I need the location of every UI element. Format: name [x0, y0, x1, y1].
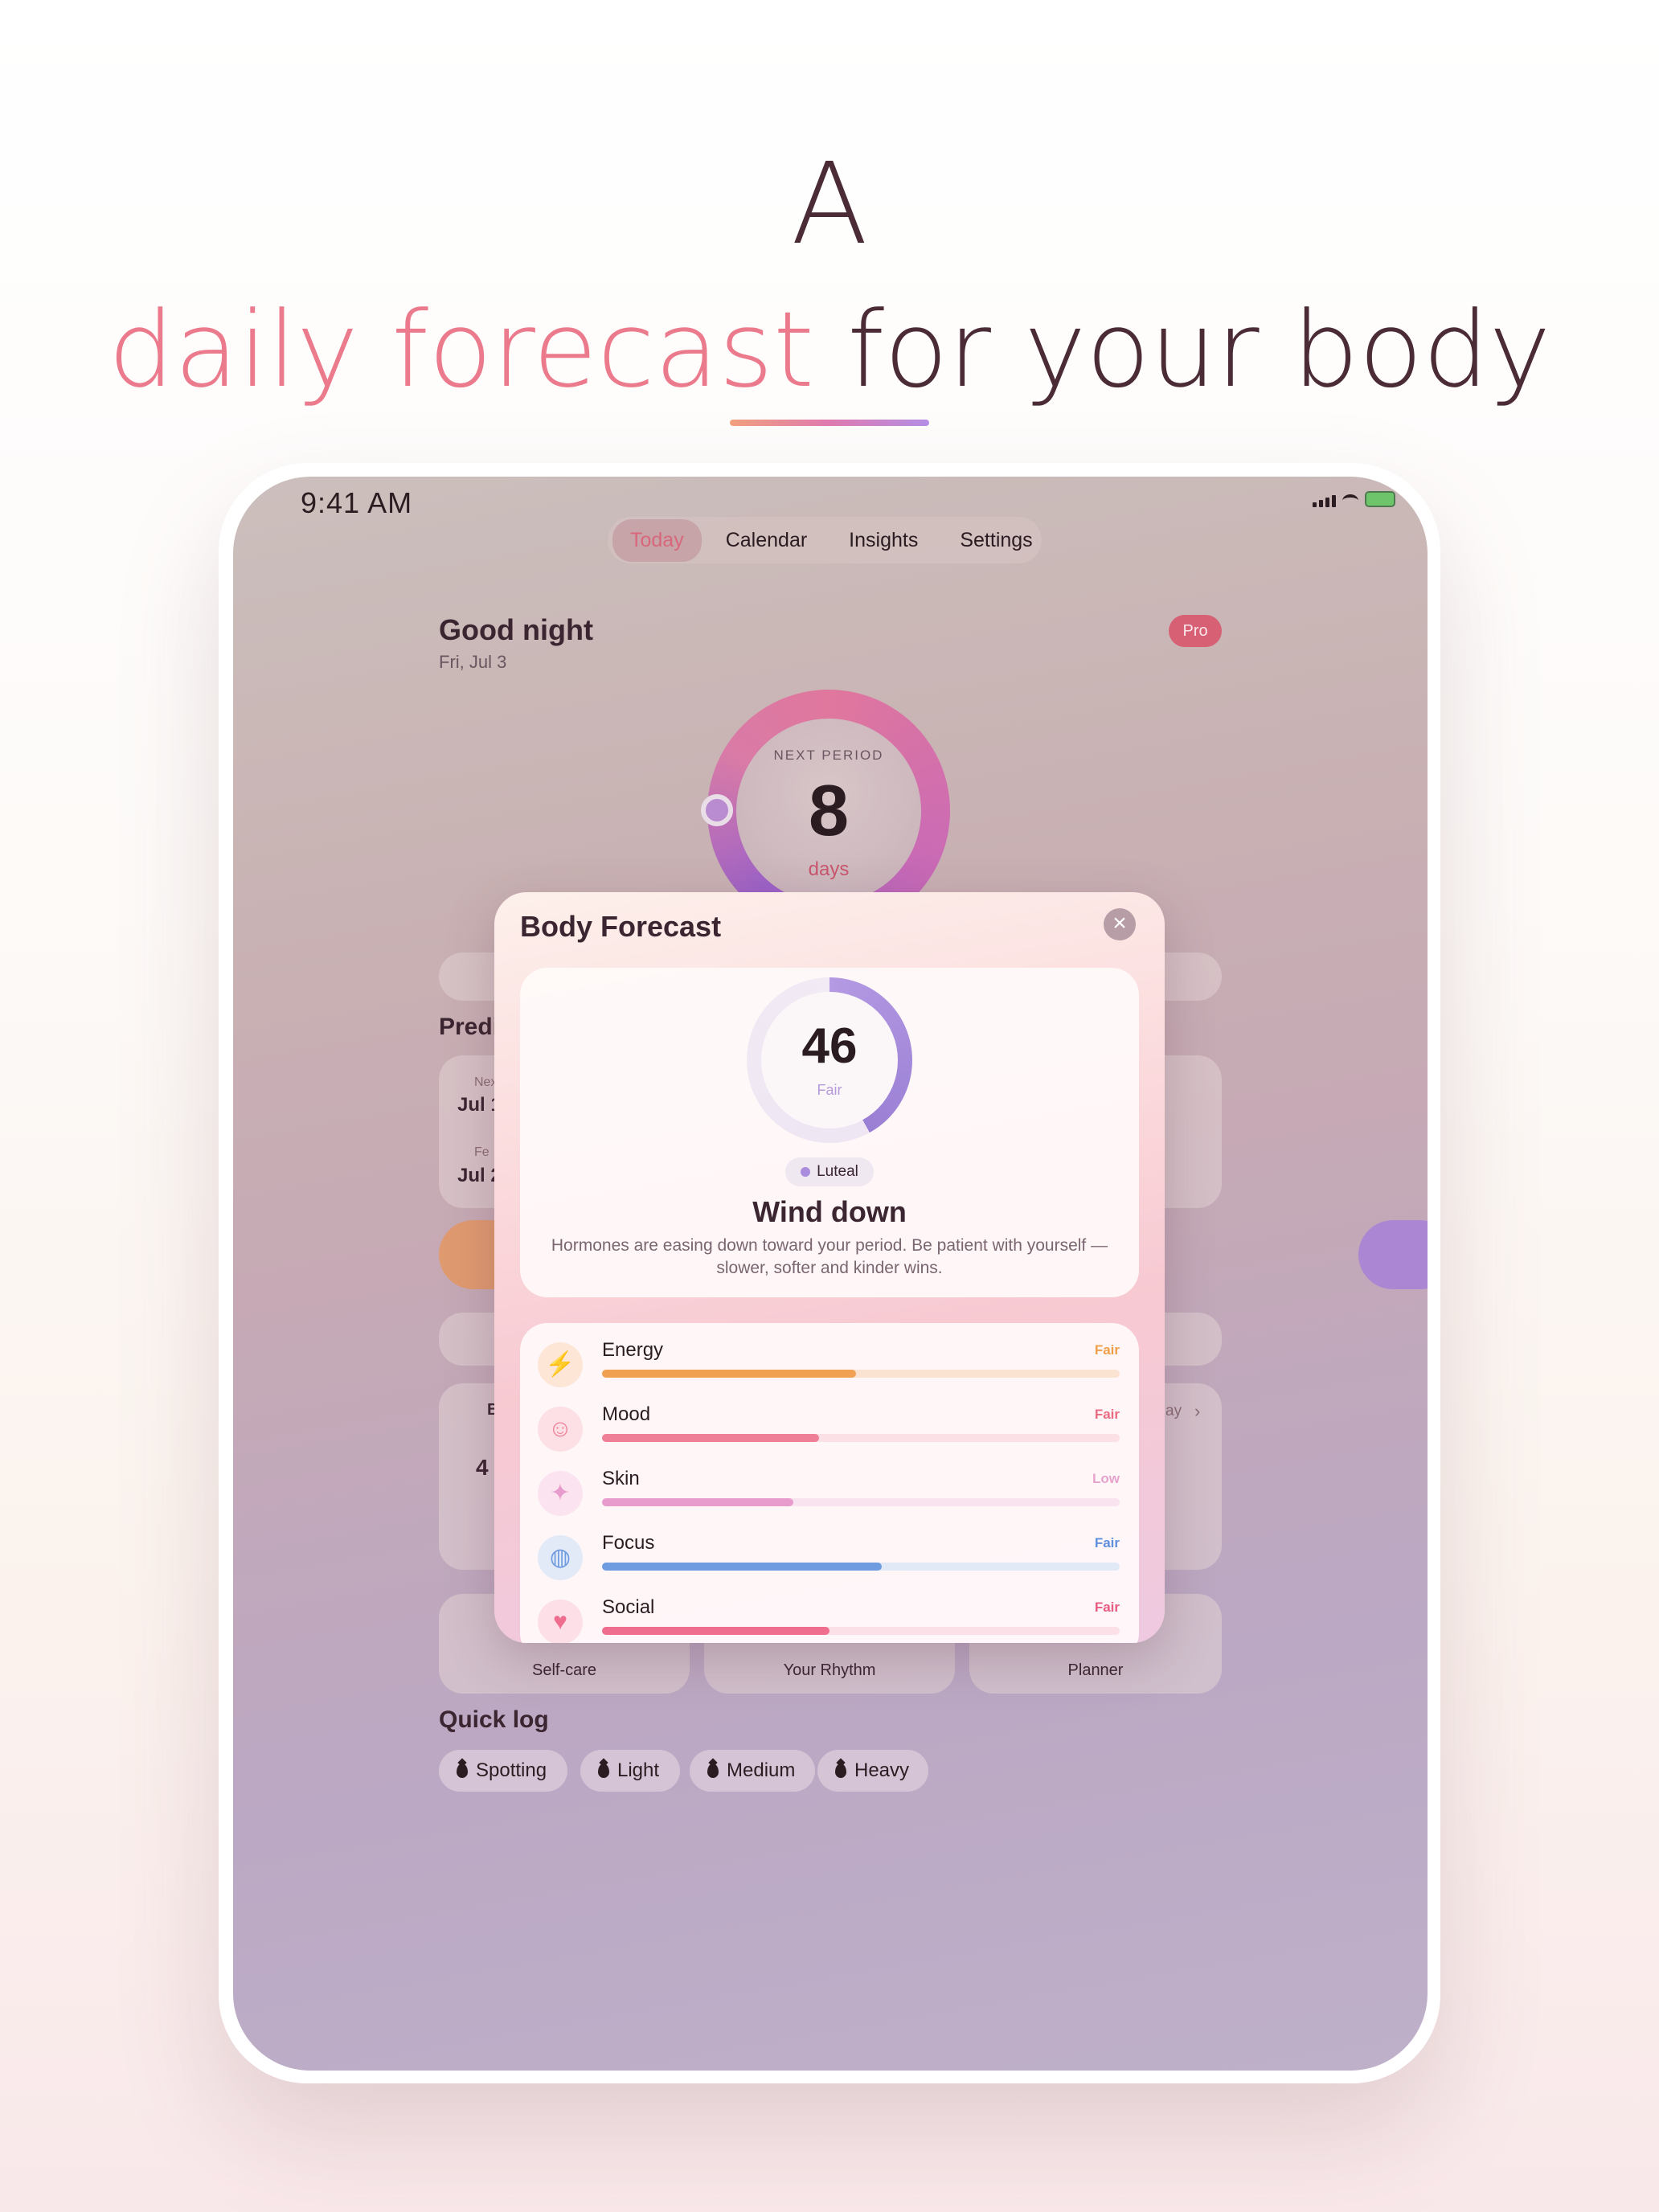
metric-track	[602, 1627, 1120, 1635]
bg-forecast-score: 4	[476, 1455, 489, 1480]
drop-icon	[457, 1763, 468, 1778]
metric-level: Low	[1092, 1471, 1120, 1486]
next-period-days: 8	[808, 771, 850, 851]
metric-fill	[602, 1627, 830, 1635]
metric-track	[602, 1370, 1120, 1378]
metric-focus[interactable]: ◍ Focus Fair	[520, 1524, 1139, 1588]
metric-level: Fair	[1094, 1535, 1120, 1550]
headline-underline	[730, 420, 929, 426]
tab-insights[interactable]: Insights	[831, 519, 936, 562]
quick-log-label: Heavy	[854, 1759, 910, 1781]
metric-label: Mood	[602, 1403, 651, 1425]
signal-icon	[1313, 495, 1336, 507]
score-ring: 46 Fair	[747, 977, 912, 1143]
score-label: Fair	[817, 1082, 842, 1098]
drop-icon	[835, 1763, 846, 1778]
forecast-headline: Wind down	[752, 1195, 907, 1228]
metric-label: Skin	[602, 1468, 640, 1489]
headline-line-1: A	[791, 139, 868, 270]
drop-icon	[707, 1763, 719, 1778]
close-button[interactable]: ×	[1104, 908, 1136, 940]
greeting: Good night	[439, 613, 593, 646]
metric-fill	[602, 1434, 820, 1442]
metric-track	[602, 1498, 1120, 1506]
lightning-icon: ⚡	[538, 1342, 583, 1387]
next-period-unit: days	[808, 858, 850, 880]
tab-today[interactable]: Today	[612, 518, 702, 562]
metric-social[interactable]: ♥ Social Fair	[520, 1588, 1139, 1643]
drop-icon	[598, 1763, 609, 1778]
modal-title: Body Forecast	[520, 910, 722, 943]
quick-log-heavy[interactable]: Heavy	[817, 1750, 928, 1792]
quick-log-title: Quick log	[439, 1706, 549, 1733]
metric-fill	[602, 1563, 882, 1571]
tab-calendar[interactable]: Calendar	[708, 519, 825, 562]
headline-rest: for your body	[813, 289, 1551, 411]
forecast-hero-card: 46 Fair Luteal Wind down Hormones are ea…	[520, 968, 1139, 1297]
score-value: 46	[801, 1018, 858, 1074]
bg-pill-purple[interactable]	[1358, 1220, 1428, 1289]
metric-mood[interactable]: ☺ Mood Fair	[520, 1395, 1139, 1460]
metric-skin[interactable]: ✦ Skin Low	[520, 1460, 1139, 1524]
tab-bar: Today Calendar Insights Settings	[608, 517, 1042, 563]
status-icons	[1313, 491, 1395, 507]
device-screen: 9:41 AM Today Calendar Insights Settings Go…	[233, 477, 1428, 2071]
bg-today-link[interactable]: ay	[1165, 1403, 1182, 1420]
metric-level: Fair	[1094, 1407, 1120, 1422]
metric-label: Energy	[602, 1339, 664, 1361]
prediction-small-2: Fe	[474, 1145, 490, 1159]
metric-label: Focus	[602, 1532, 655, 1554]
phase-label: Luteal	[817, 1163, 858, 1180]
quick-log-label: Spotting	[476, 1759, 547, 1781]
tile-label-self-care: Self-care	[531, 1661, 597, 1679]
metric-track	[602, 1563, 1120, 1571]
body-forecast-modal: Body Forecast × 46 Fair Luteal Wind down…	[494, 892, 1165, 1643]
headline-line-2: daily forecast for your body	[0, 281, 1659, 418]
metric-track	[602, 1434, 1120, 1442]
tile-label-planner: Planner	[1067, 1661, 1124, 1679]
tab-settings[interactable]: Settings	[942, 519, 1050, 562]
wifi-icon	[1342, 494, 1358, 507]
quick-log-medium[interactable]: Medium	[690, 1750, 815, 1792]
status-time: 9:41 AM	[301, 486, 413, 519]
heart-icon: ♥	[538, 1600, 583, 1643]
headline-accent: daily forecast	[108, 289, 814, 411]
phase-dot	[801, 1167, 811, 1177]
predictions-title: Predi	[439, 1014, 500, 1040]
battery-icon	[1365, 491, 1395, 507]
quick-log-light[interactable]: Light	[580, 1750, 680, 1792]
quick-log-label: Light	[617, 1759, 660, 1781]
forecast-description: Hormones are easing down toward your per…	[551, 1236, 1108, 1277]
quick-log-spotting[interactable]: Spotting	[439, 1750, 567, 1792]
metrics-card: ⚡ Energy Fair ☺ Mood Fair ✦ Skin Low ◍ Focus Fair ♥ S…	[520, 1323, 1139, 1643]
metric-fill	[602, 1498, 794, 1506]
quick-log-label: Medium	[727, 1759, 796, 1781]
close-icon: ×	[1112, 910, 1127, 936]
metric-fill	[602, 1370, 856, 1378]
phase-pill: Luteal	[785, 1157, 874, 1186]
metric-label: Social	[602, 1596, 655, 1618]
current-date: Fri, Jul 3	[439, 652, 507, 672]
chevron-right-icon[interactable]: ›	[1194, 1401, 1200, 1422]
next-period-label: NEXT PERIOD	[773, 748, 884, 763]
smile-icon: ☺	[538, 1407, 583, 1452]
brain-icon: ◍	[538, 1535, 583, 1580]
metric-level: Fair	[1094, 1342, 1120, 1358]
sparkle-icon: ✦	[538, 1471, 583, 1516]
pro-badge[interactable]: Pro	[1169, 615, 1222, 647]
tile-label-your-rhythm: Your Rhythm	[783, 1661, 876, 1679]
metric-energy[interactable]: ⚡ Energy Fair	[520, 1331, 1139, 1395]
metric-level: Fair	[1094, 1600, 1120, 1615]
